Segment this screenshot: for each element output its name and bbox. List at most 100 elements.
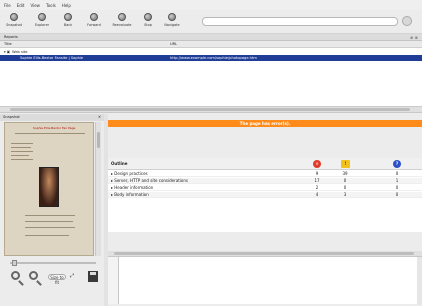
error-count: 2 (315, 185, 319, 190)
outline-row[interactable]: ▸ Header information 2 0 0 (108, 185, 422, 191)
outline-table: Outline ✕ ! ? ▸ Design practices 9 39 0 … (108, 158, 422, 232)
source-vertical-scrollbar[interactable] (417, 257, 422, 305)
error-count: 17 (314, 178, 320, 183)
reports-horizontal-scrollbar[interactable] (0, 106, 422, 112)
outline-row-label: Design practices (114, 171, 148, 176)
slider-knob[interactable] (12, 260, 17, 266)
snapshot-text-line (11, 151, 33, 152)
back-arrow-icon (64, 13, 72, 21)
outline-row[interactable]: ▸ Server, HTTP and site considerations 1… (108, 178, 422, 184)
snapshot-button[interactable]: Snapshot (4, 13, 24, 31)
back-button[interactable]: Back (58, 13, 78, 31)
warning-icon: ! (341, 160, 350, 168)
menu-view[interactable]: View (30, 3, 40, 8)
floppy-disk-icon (88, 271, 98, 282)
menu-help[interactable]: Help (62, 3, 71, 8)
outline-row[interactable]: ▸ Design practices 9 39 0 (108, 171, 422, 177)
save-button[interactable] (86, 270, 100, 284)
stop-icon (144, 13, 152, 21)
error-banner: The page has error(s). (108, 120, 422, 127)
snapshot-photo (39, 167, 59, 207)
snapshot-tools: Size to fit ⤢ (4, 268, 104, 292)
outline-row-label: Header information (114, 185, 154, 190)
info-count: 0 (395, 171, 399, 176)
tree-row-title: Web site (12, 50, 28, 54)
outline-row-name: ▸ Body information (111, 192, 149, 197)
panel-controls-icon[interactable]: ⊕ ⊗ (410, 35, 418, 40)
globe-icon (38, 13, 46, 21)
column-url[interactable]: URL (170, 42, 177, 46)
url-input[interactable] (202, 17, 398, 26)
outline-row-name: ▸ Design practices (111, 171, 148, 176)
forward-button[interactable]: Forward (84, 13, 104, 31)
navigate-button[interactable]: Navigate (162, 13, 182, 31)
scroll-thumb[interactable] (10, 108, 410, 111)
snapshot-text-line (11, 159, 33, 160)
snapshot-text-line (11, 143, 33, 144)
warning-count: 0 (343, 178, 347, 183)
snapshot-page-title: Sophie Ellis-Bextor Fan Page (33, 126, 76, 130)
size-to-fit-button[interactable]: Size to fit (48, 274, 66, 285)
activity-indicator-icon (402, 16, 412, 26)
warning-count: 39 (342, 171, 348, 176)
snapshot-preview: Sophie Ellis-Bextor Fan Page (4, 122, 94, 256)
outline-row-name: ▸ Server, HTTP and site considerations (111, 178, 188, 183)
snapshot-text-line (11, 155, 29, 156)
resize-icon[interactable]: ⤢ (70, 273, 84, 287)
scroll-thumb[interactable] (114, 252, 414, 255)
error-icon: ✕ (313, 160, 321, 168)
expand-toggle-icon[interactable]: ▾ ▣ (4, 50, 10, 54)
info-count: 1 (395, 178, 399, 183)
tree-row-selected[interactable]: Sophie Ellis-Bextor Fansite | Sophie htt… (0, 55, 422, 61)
outline-header: Outline ✕ ! ? (108, 158, 422, 170)
snapshot-vertical-scrollbar[interactable] (95, 122, 101, 256)
info-count: 0 (395, 192, 399, 197)
zoom-out-icon (29, 271, 38, 280)
outline-row-name: ▸ Header information (111, 185, 154, 190)
zoom-slider[interactable] (4, 260, 100, 266)
reports-columns: Title URL (0, 41, 422, 48)
warning-count: 3 (343, 192, 347, 197)
slider-track (10, 262, 96, 264)
reports-header: Reports ⊕ ⊗ (0, 34, 422, 41)
close-icon[interactable]: ✕ (98, 115, 101, 119)
outline-row-label: Server, HTTP and site considerations (114, 178, 188, 183)
forward-arrow-icon (90, 13, 98, 21)
snapshot-text-line (25, 215, 75, 216)
error-count: 9 (315, 171, 319, 176)
snapshot-text-line (11, 147, 31, 148)
toolbar: Snapshot Explorer Back Forward Reevaluat… (0, 10, 422, 34)
info-count: 0 (395, 185, 399, 190)
menu-bar: File Edit View Tools Help (0, 0, 422, 10)
snapshot-text-line (25, 235, 69, 236)
reevaluate-button[interactable]: Reevaluate (112, 13, 132, 31)
info-icon: ? (393, 160, 401, 168)
zoom-in-icon (11, 271, 20, 280)
column-title[interactable]: Title (4, 42, 12, 46)
zoom-out-button[interactable] (28, 270, 42, 284)
reports-title: Reports (4, 35, 18, 39)
snapshot-title: Snapshot (3, 115, 20, 119)
scroll-thumb[interactable] (97, 132, 100, 148)
navigate-icon (168, 13, 176, 21)
explorer-button[interactable]: Explorer (32, 13, 52, 31)
tree-row-url: http://www.example.com/sophie/photopage.… (170, 56, 257, 60)
menu-file[interactable]: File (4, 3, 11, 8)
warning-count: 0 (343, 185, 347, 190)
snapshot-text-line (25, 227, 75, 228)
reports-panel: Title URL ▾ ▣ Web site Sophie Ellis-Bext… (0, 41, 422, 113)
menu-edit[interactable]: Edit (17, 3, 25, 8)
tree-row-title: Sophie Ellis-Bextor Fansite | Sophie (20, 56, 84, 60)
zoom-in-button[interactable] (10, 270, 24, 284)
source-gutter (108, 256, 118, 304)
stop-button[interactable]: Stop (138, 13, 158, 31)
outline-label: Outline (111, 161, 128, 166)
snapshot-text-line (15, 133, 85, 134)
source-view (118, 256, 422, 305)
snapshot-text-line (25, 221, 73, 222)
error-count: 4 (315, 192, 319, 197)
camera-icon (10, 13, 18, 21)
outline-row[interactable]: ▸ Body information 4 3 0 (108, 192, 422, 198)
refresh-icon (118, 13, 126, 21)
menu-tools[interactable]: Tools (46, 3, 56, 8)
